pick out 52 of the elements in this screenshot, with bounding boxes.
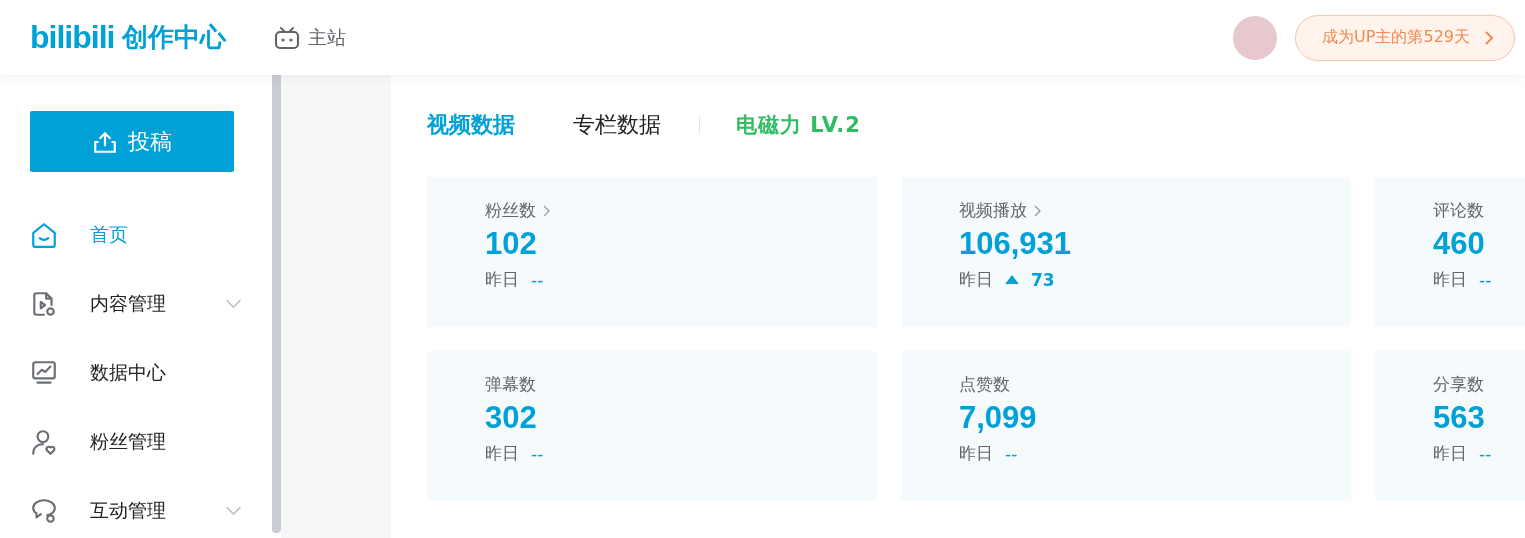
sidebar-item[interactable]: 首页 (30, 200, 272, 269)
stat-label: 分享数 (1433, 373, 1484, 396)
stat-value: 460 (1433, 226, 1486, 262)
upload-icon (92, 129, 118, 154)
level-text: 电磁力 LV.2 (736, 112, 861, 139)
stat-label[interactable]: 视频播放 (959, 199, 1027, 222)
sidebar-item[interactable]: 粉丝管理 (30, 407, 272, 476)
stat-value: 106,931 (959, 226, 1073, 262)
stat-label: 评论数 (1433, 199, 1484, 222)
stat-label: 弹幕数 (485, 373, 536, 396)
change-value: -- (1479, 269, 1492, 290)
home-icon (30, 220, 58, 249)
change-value: -- (531, 443, 544, 464)
change-value: -- (531, 269, 544, 290)
stat-value: 7,099 (959, 400, 1038, 436)
yesterday-label: 昨日 (959, 268, 993, 291)
nav-label: 粉丝管理 (90, 428, 166, 454)
change-value: 73 (1031, 269, 1055, 290)
stat-value: 563 (1433, 400, 1486, 436)
chat-bubble-icon (30, 496, 58, 525)
nav-label: 首页 (90, 221, 128, 247)
nav-label: 互动管理 (90, 497, 166, 523)
yesterday-label: 昨日 (485, 442, 519, 465)
nav-label: 内容管理 (90, 290, 166, 316)
product-title: 创作中心 (122, 21, 227, 54)
sidebar-item[interactable]: 互动管理 (30, 476, 272, 538)
nav-label: 数据中心 (90, 359, 166, 385)
logo[interactable]: bilibili (30, 19, 115, 56)
yesterday-label: 昨日 (959, 442, 993, 465)
home-link[interactable]: 主站 (274, 24, 347, 51)
stat-label: 点赞数 (959, 373, 1010, 396)
chevron-right-icon[interactable] (1033, 204, 1041, 217)
tv-icon (274, 25, 301, 50)
yesterday-label: 昨日 (1433, 268, 1467, 291)
tab[interactable]: 专栏数据 (573, 110, 661, 140)
change-value: -- (1005, 443, 1018, 464)
yesterday-label: 昨日 (485, 268, 519, 291)
chevron-right-icon (1484, 29, 1494, 46)
sidebar-item[interactable]: 内容管理 (30, 269, 272, 338)
stat-value: 102 (485, 226, 538, 262)
video-file-icon (30, 289, 58, 318)
monitor-chart-icon (30, 358, 58, 387)
scrollbar[interactable] (272, 75, 281, 533)
stat-value: 302 (485, 400, 538, 436)
tab[interactable]: 视频数据 (427, 110, 515, 140)
yesterday-label: 昨日 (1433, 442, 1467, 465)
sidebar-item[interactable]: 数据中心 (30, 338, 272, 407)
chevron-right-icon[interactable] (542, 204, 550, 217)
stat-label[interactable]: 粉丝数 (485, 199, 536, 222)
upload-button[interactable]: 投稿 (30, 111, 234, 172)
change-value: -- (1479, 443, 1492, 464)
person-heart-icon (30, 427, 58, 456)
